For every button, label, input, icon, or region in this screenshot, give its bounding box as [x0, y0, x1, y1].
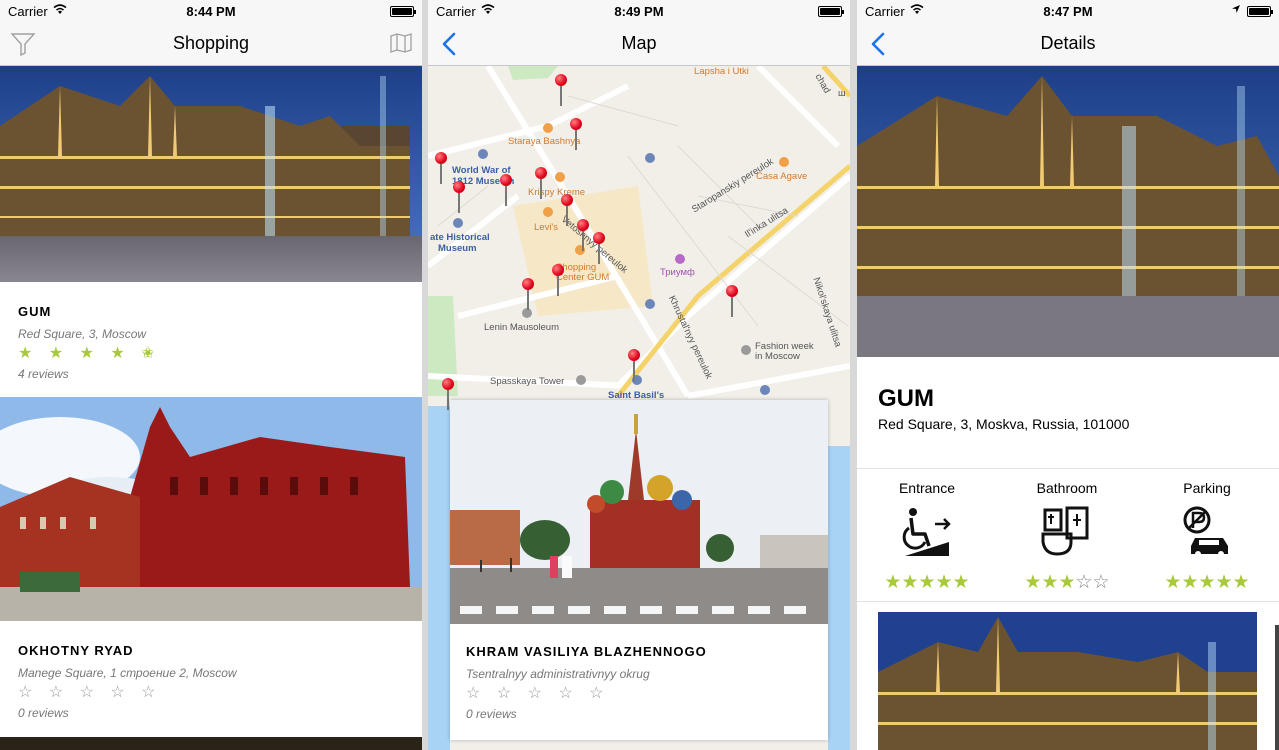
map-view[interactable]: Lapsha i Utki chad ш Staraya Bashnya Wor… [428, 66, 850, 750]
amenity-entrance: Entrance ★★★★★ [857, 480, 997, 594]
map-label: ш [838, 88, 846, 99]
amenity-parking: Parking ★★★★★ [1137, 480, 1277, 594]
review-count: 0 reviews [466, 707, 517, 721]
place-name: GUM [878, 385, 934, 412]
status-bar: Carrier 8:47 PM [857, 0, 1279, 22]
map-pin[interactable] [570, 118, 582, 150]
place-name: OKHOTNY RYAD [18, 643, 134, 658]
accessible-parking-icon [1183, 506, 1228, 557]
amenity-label: Bathroom [1036, 480, 1098, 496]
amenity-label: Parking [1183, 480, 1231, 496]
map-label: Museum [438, 243, 477, 254]
status-bar: Carrier 8:44 PM [0, 0, 422, 22]
map-label: Lenin Mausoleum [484, 322, 559, 333]
shopping-screen: Carrier 8:44 PM Shopping GUM Red Square,… [0, 0, 422, 750]
page-title: Details [1040, 33, 1096, 53]
map-pin[interactable] [577, 219, 589, 251]
battery-icon [1247, 6, 1273, 17]
navigation-bar: Map [428, 22, 850, 66]
map-screen: Carrier 8:49 PM Map Lapsha i Utki chad ш… [428, 0, 850, 750]
details-screen: Carrier 8:47 PM Details GUM Red Square, … [857, 0, 1279, 750]
accessible-bathroom-icon [1041, 506, 1089, 556]
rating-stars: ☆ ☆ ☆ ☆ ☆ [18, 684, 162, 701]
okhotny-ryad-photo[interactable] [0, 397, 422, 621]
map-pin[interactable] [552, 264, 564, 296]
map-label: Lapsha i Utki [694, 66, 749, 77]
clock: 8:47 PM [1043, 4, 1093, 19]
map-label: Триумф [660, 267, 695, 278]
rating-stars: ★ ★ ★ ★ ✬ [18, 345, 161, 362]
list-item[interactable]: OKHOTNY RYAD Manege Square, 1 строение 2… [0, 621, 422, 737]
amenity-label: Entrance [898, 480, 956, 496]
map-pin[interactable] [555, 74, 567, 106]
map-pin[interactable] [500, 174, 512, 206]
place-address: Red Square, 3, Moskva, Russia, 101000 [878, 416, 1130, 432]
place-address: Tsentralnyy administrativnyy okrug [466, 667, 650, 681]
map-pin[interactable] [435, 152, 447, 184]
navigation-bar: Shopping [0, 22, 422, 66]
rating-stars: ☆ ☆ ☆ ☆ ☆ [466, 685, 610, 702]
map-pin[interactable] [726, 285, 738, 317]
map-label: ate Historical [430, 232, 490, 243]
map-label: Levi's [534, 222, 558, 233]
place-name: GUM [18, 304, 52, 319]
place-address: Manege Square, 1 строение 2, Moscow [18, 666, 237, 680]
gum-gallery-photo[interactable] [878, 612, 1257, 750]
divider [857, 601, 1279, 602]
map-pin[interactable] [453, 181, 465, 213]
map-pin[interactable] [628, 349, 640, 381]
saint-basils-photo [450, 400, 828, 624]
wheelchair-ramp-icon [902, 508, 951, 556]
map-pin[interactable] [593, 232, 605, 264]
status-bar: Carrier 8:49 PM [428, 0, 850, 22]
map-label: Spasskaya Tower [490, 376, 565, 387]
clock: 8:49 PM [614, 4, 664, 19]
gum-photo[interactable] [0, 66, 422, 282]
map-label: in Moscow [755, 351, 800, 362]
location-arrow-icon [1232, 5, 1240, 13]
map-pin[interactable] [561, 194, 573, 226]
map-label: Casa Agave [756, 171, 808, 182]
place-callout-card[interactable]: KHRAM VASILIYA BLAZHENNOGO Tsentralnyy a… [450, 400, 828, 740]
page-title: Shopping [172, 33, 250, 53]
next-item-photo[interactable] [0, 737, 422, 750]
rating-stars: ★★★☆☆ [1024, 572, 1110, 593]
page-title: Map [621, 33, 657, 53]
map-pin[interactable] [522, 278, 534, 310]
review-count: 0 reviews [18, 706, 69, 720]
divider [857, 468, 1279, 469]
place-address: Red Square, 3, Moscow [18, 327, 147, 341]
rating-stars: ★★★★★ [1164, 572, 1250, 593]
next-gallery-photo[interactable] [1275, 625, 1279, 750]
amenity-bathroom: Bathroom ★★★☆☆ [997, 480, 1137, 594]
navigation-bar: Details [857, 22, 1279, 66]
battery-icon [818, 6, 844, 17]
map-icon[interactable] [390, 32, 412, 54]
place-name: KHRAM VASILIYA BLAZHENNOGO [466, 644, 707, 659]
clock: 8:44 PM [186, 4, 236, 19]
gum-hero-photo [857, 66, 1279, 357]
battery-icon [390, 6, 416, 17]
screen-divider [850, 0, 857, 750]
review-count: 4 reviews [18, 367, 69, 381]
rating-stars: ★★★★★ [884, 572, 970, 593]
map-pin[interactable] [535, 167, 547, 199]
list-item[interactable]: GUM Red Square, 3, Moscow ★ ★ ★ ★ ✬ 4 re… [0, 282, 422, 396]
